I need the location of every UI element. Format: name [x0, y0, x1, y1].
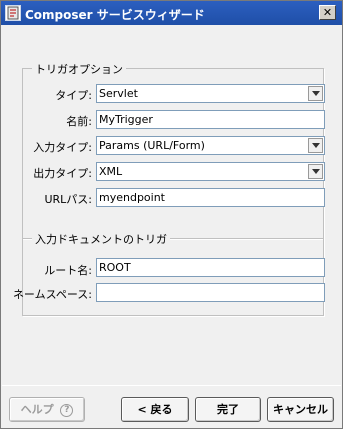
help-icon: ?	[60, 404, 74, 417]
close-icon: ✕	[322, 6, 333, 19]
root-name-field[interactable]: ROOT	[96, 258, 325, 277]
finish-button[interactable]: 完了	[195, 397, 261, 422]
back-button[interactable]: < 戻る	[121, 397, 189, 422]
type-select[interactable]: Servlet	[96, 84, 325, 103]
type-select-value: Servlet	[99, 87, 138, 100]
cancel-button[interactable]: キャンセル	[267, 397, 334, 422]
namespace-label: ネームスペース:	[12, 288, 92, 301]
name-label: 名前:	[66, 115, 92, 128]
wizard-window: Composer サービスウィザード ✕ トリガオプション タイプ: Servl…	[0, 0, 343, 429]
name-field[interactable]: MyTrigger	[96, 110, 325, 129]
root-name-field-value: ROOT	[99, 261, 131, 274]
type-label: タイプ:	[55, 89, 92, 102]
window-title: Composer サービスウィザード	[25, 8, 205, 22]
root-name-label: ルート名:	[44, 264, 92, 277]
chevron-down-icon[interactable]	[308, 164, 323, 179]
url-path-field[interactable]: myendpoint	[96, 188, 325, 207]
url-path-field-value: myendpoint	[99, 191, 165, 204]
input-type-select-value: Params (URL/Form)	[99, 139, 205, 152]
output-type-label: 出力タイプ:	[33, 167, 92, 180]
cancel-button-label: キャンセル	[273, 403, 328, 416]
wizard-content: トリガオプション タイプ: Servlet 名前: MyTrigger 入力タイ…	[2, 25, 341, 385]
chevron-down-icon[interactable]	[308, 86, 323, 101]
input-type-select[interactable]: Params (URL/Form)	[96, 136, 325, 155]
trigger-options-legend: トリガオプション	[32, 61, 126, 77]
input-type-label: 入力タイプ:	[33, 141, 92, 154]
name-field-value: MyTrigger	[99, 113, 153, 126]
title-bar[interactable]: Composer サービスウィザード ✕	[1, 1, 342, 25]
finish-button-label: 完了	[217, 403, 239, 416]
chevron-down-icon[interactable]	[308, 138, 323, 153]
output-type-select-value: XML	[99, 165, 123, 178]
composer-app-icon	[5, 5, 21, 21]
output-type-select[interactable]: XML	[96, 162, 325, 181]
button-bar-separator	[2, 385, 341, 386]
close-button[interactable]: ✕	[319, 5, 336, 20]
url-path-label: URLパス:	[44, 193, 92, 206]
help-button-label: ヘルプ	[20, 403, 54, 416]
namespace-field[interactable]	[96, 283, 325, 302]
input-document-legend: 入力ドキュメントのトリガ	[32, 231, 170, 247]
help-button[interactable]: ヘルプ ?	[9, 397, 85, 422]
back-button-label: < 戻る	[137, 403, 173, 416]
